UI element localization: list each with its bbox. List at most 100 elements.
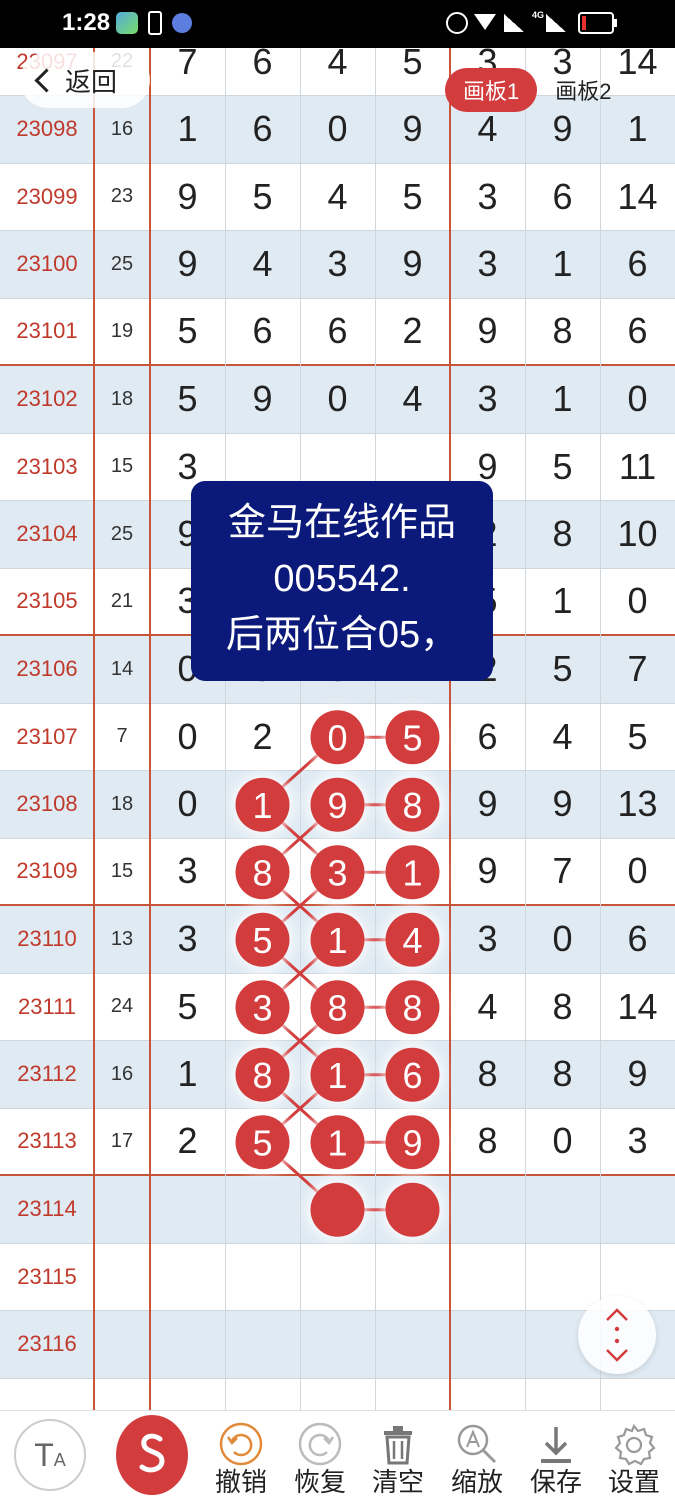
digit-cell[interactable]: 4 [225, 231, 300, 298]
digit-cell[interactable]: 9 [300, 771, 375, 838]
table-row[interactable]: 23101 19 5 6 6 2 9 8 6 [0, 298, 675, 366]
digit-cell[interactable]: 8 [225, 839, 300, 905]
digit-cell[interactable]: 1 [150, 96, 225, 163]
digit-cell[interactable]: 8 [450, 1109, 525, 1175]
table-row[interactable]: 23100 25 9 4 3 9 3 1 6 [0, 231, 675, 299]
digit-cell[interactable]: 5 [375, 704, 450, 771]
digit-cell[interactable]: 6 [225, 299, 300, 365]
digit-cell[interactable]: 5 [525, 434, 600, 501]
digit-cell[interactable]: 4 [450, 974, 525, 1041]
digit-cell[interactable]: 6 [225, 48, 300, 95]
tab-board-2[interactable]: 画板2 [537, 68, 629, 112]
digit-cell[interactable]: 4 [375, 366, 450, 433]
pen-button[interactable] [116, 1415, 188, 1495]
digit-cell[interactable]: 8 [525, 1041, 600, 1108]
digit-cell[interactable]: 0 [150, 771, 225, 838]
table-row[interactable]: 23114 [0, 1176, 675, 1244]
digit-cell[interactable]: 7 [600, 636, 675, 703]
digit-cell[interactable]: 3 [600, 1109, 675, 1175]
digit-cell[interactable]: 0 [600, 366, 675, 433]
text-size-button[interactable]: TA [14, 1419, 86, 1491]
digit-cell[interactable] [375, 1311, 450, 1378]
clear-button[interactable]: 清空 [359, 1411, 437, 1501]
digit-cell[interactable] [300, 1311, 375, 1378]
table-row[interactable]: 23108 18 0 1 9 8 9 9 13 [0, 771, 675, 839]
digit-cell[interactable]: 5 [525, 636, 600, 703]
digit-cell[interactable]: 3 [300, 231, 375, 298]
digit-cell[interactable] [375, 1244, 450, 1311]
digit-cell[interactable]: 9 [525, 771, 600, 838]
digit-cell[interactable]: 5 [225, 164, 300, 231]
digit-cell[interactable] [300, 1244, 375, 1311]
digit-cell[interactable]: 9 [225, 366, 300, 433]
digit-cell[interactable]: 2 [150, 1109, 225, 1175]
digit-cell[interactable]: 5 [375, 164, 450, 231]
digit-cell[interactable]: 8 [300, 974, 375, 1041]
table-row[interactable]: 23113 17 2 5 1 9 8 0 3 [0, 1108, 675, 1176]
table-row[interactable]: 23109 15 3 8 3 1 9 7 0 [0, 838, 675, 906]
digit-cell[interactable]: 1 [300, 1041, 375, 1108]
digit-cell[interactable]: 9 [450, 299, 525, 365]
digit-cell[interactable]: 8 [525, 299, 600, 365]
digit-cell[interactable] [375, 1176, 450, 1243]
digit-cell[interactable]: 9 [150, 164, 225, 231]
digit-cell[interactable]: 5 [600, 704, 675, 771]
table-row[interactable]: 23102 18 5 9 0 4 3 1 0 [0, 366, 675, 434]
digit-cell[interactable]: 6 [600, 231, 675, 298]
tab-board-1[interactable]: 画板1 [445, 68, 538, 112]
digit-cell[interactable]: 5 [225, 1109, 300, 1175]
digit-cell[interactable]: 1 [375, 839, 450, 905]
digit-cell[interactable]: 3 [225, 974, 300, 1041]
digit-cell[interactable]: 0 [300, 366, 375, 433]
digit-cell[interactable]: 9 [150, 231, 225, 298]
settings-button[interactable]: 设置 [595, 1411, 673, 1501]
digit-cell[interactable]: 3 [450, 906, 525, 973]
redo-button[interactable]: 恢复 [281, 1411, 359, 1501]
digit-cell[interactable]: 5 [150, 366, 225, 433]
digit-cell[interactable] [450, 1176, 525, 1243]
digit-cell[interactable] [225, 1311, 300, 1378]
digit-cell[interactable]: 3 [300, 839, 375, 905]
digit-cell[interactable] [150, 1311, 225, 1378]
digit-cell[interactable]: 2 [375, 299, 450, 365]
digit-cell[interactable]: 9 [450, 839, 525, 905]
digit-cell[interactable]: 5 [150, 299, 225, 365]
digit-cell[interactable] [525, 1176, 600, 1243]
back-button[interactable]: 返回 [20, 52, 150, 108]
digit-cell[interactable]: 0 [600, 569, 675, 635]
digit-cell[interactable] [300, 1176, 375, 1243]
digit-cell[interactable] [450, 1311, 525, 1378]
digit-cell[interactable]: 6 [375, 1041, 450, 1108]
digit-cell[interactable]: 1 [300, 906, 375, 973]
digit-cell[interactable]: 6 [450, 704, 525, 771]
table-row[interactable]: 23099 23 9 5 4 5 3 6 14 [0, 163, 675, 231]
digit-cell[interactable]: 9 [375, 96, 450, 163]
digit-cell[interactable]: 13 [600, 771, 675, 838]
digit-cell[interactable]: 1 [525, 231, 600, 298]
digit-cell[interactable] [450, 1244, 525, 1311]
digit-cell[interactable]: 7 [150, 48, 225, 95]
digit-cell[interactable]: 11 [600, 434, 675, 501]
digit-cell[interactable]: 4 [375, 906, 450, 973]
digit-cell[interactable] [225, 1176, 300, 1243]
digit-cell[interactable] [150, 1244, 225, 1311]
digit-cell[interactable]: 1 [150, 1041, 225, 1108]
digit-cell[interactable]: 0 [600, 839, 675, 905]
save-button[interactable]: 保存 [517, 1411, 595, 1501]
digit-cell[interactable]: 5 [150, 974, 225, 1041]
digit-cell[interactable]: 1 [300, 1109, 375, 1175]
table-row[interactable]: 23107 7 0 2 0 5 6 4 5 [0, 703, 675, 771]
table-row[interactable]: 23110 13 3 5 1 4 3 0 6 [0, 906, 675, 974]
digit-cell[interactable]: 9 [600, 1041, 675, 1108]
digit-cell[interactable]: 3 [450, 231, 525, 298]
digit-cell[interactable]: 0 [150, 704, 225, 771]
digit-cell[interactable]: 8 [375, 771, 450, 838]
table-row[interactable]: 23112 16 1 8 1 6 8 8 9 [0, 1041, 675, 1109]
digit-cell[interactable]: 3 [450, 366, 525, 433]
digit-cell[interactable]: 10 [600, 501, 675, 568]
digit-cell[interactable]: 4 [300, 164, 375, 231]
digit-cell[interactable]: 2 [225, 704, 300, 771]
zoom-button[interactable]: 缩放 [438, 1411, 516, 1501]
digit-cell[interactable]: 8 [225, 1041, 300, 1108]
digit-cell[interactable]: 1 [525, 366, 600, 433]
